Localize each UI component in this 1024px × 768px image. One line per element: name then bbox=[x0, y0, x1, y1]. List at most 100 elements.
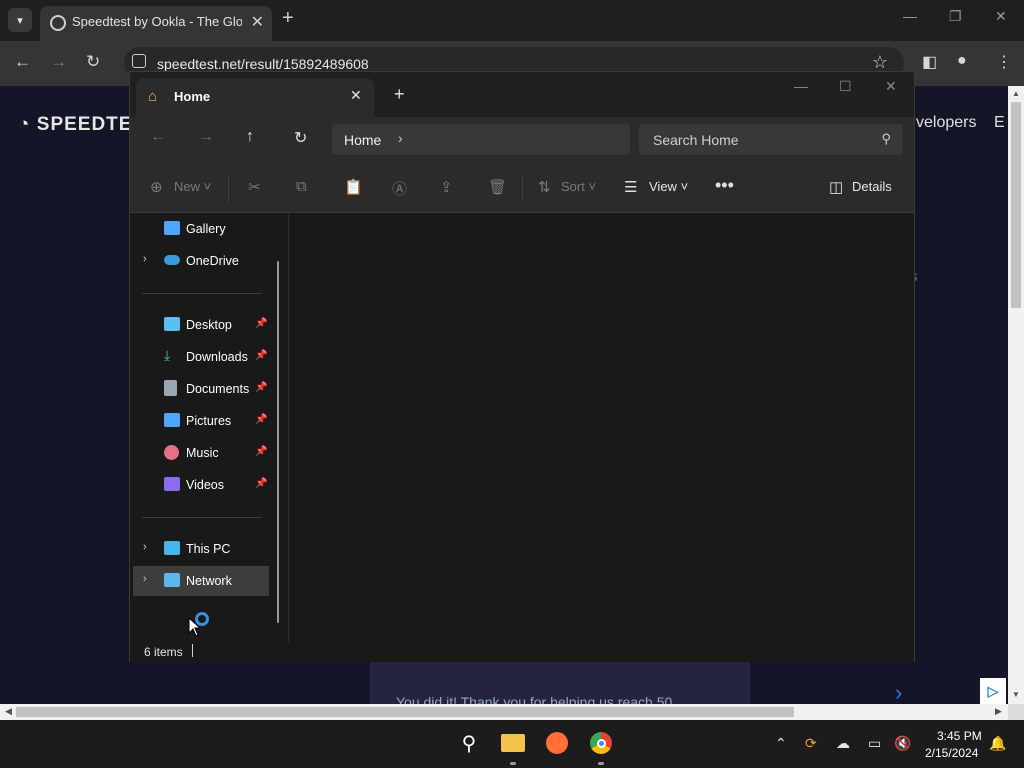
network-icon bbox=[164, 573, 180, 587]
network-status-icon[interactable]: ▭ bbox=[868, 735, 881, 752]
copy-icon[interactable]: ⧉ bbox=[296, 178, 307, 195]
search-input[interactable]: Search Home ⚲ bbox=[639, 124, 903, 155]
refresh-icon[interactable]: ↻ bbox=[294, 128, 307, 148]
menu-icon[interactable]: ⋮ bbox=[996, 52, 1012, 72]
firefox-icon[interactable] bbox=[544, 730, 570, 756]
volume-muted-icon[interactable]: 🔇 bbox=[894, 735, 911, 752]
vertical-scrollbar[interactable]: ▲ ▼ bbox=[1008, 86, 1024, 704]
profile-icon[interactable]: ● bbox=[957, 52, 967, 70]
path-box[interactable]: Home › bbox=[332, 124, 630, 155]
show-hidden-icons-icon[interactable]: ⌃ bbox=[775, 735, 787, 752]
view-button[interactable]: View ˅ bbox=[649, 179, 688, 194]
nav-item-this-pc[interactable]: › This PC bbox=[133, 534, 269, 564]
pin-icon[interactable]: 📌 bbox=[255, 478, 267, 489]
maximize-icon[interactable]: ☐ bbox=[839, 78, 852, 95]
bookmark-star-icon[interactable]: ☆ bbox=[872, 52, 888, 73]
scroll-up-icon[interactable]: ▲ bbox=[1012, 89, 1020, 98]
path-segment-home[interactable]: Home bbox=[344, 132, 381, 148]
scroll-down-icon[interactable]: ▼ bbox=[1012, 690, 1020, 699]
nav-item-pictures[interactable]: Pictures 📌 bbox=[133, 406, 269, 436]
close-window-icon[interactable]: ✕ bbox=[885, 78, 897, 95]
up-icon[interactable]: ↑ bbox=[246, 128, 254, 146]
nav-item-label: This PC bbox=[186, 542, 231, 556]
close-tab-icon[interactable]: ✕ bbox=[350, 87, 362, 104]
scroll-right-icon[interactable]: ▶ bbox=[995, 706, 1002, 717]
rename-icon[interactable]: Ⓐ bbox=[392, 178, 407, 199]
nav-item-onedrive[interactable]: › OneDrive bbox=[133, 246, 269, 276]
horizontal-scroll-thumb[interactable] bbox=[16, 707, 794, 717]
nav-link-partial[interactable]: E bbox=[994, 114, 1005, 132]
nav-item-desktop[interactable]: Desktop 📌 bbox=[133, 310, 269, 340]
close-tab-icon[interactable]: ✕ bbox=[251, 12, 264, 32]
horizontal-scrollbar[interactable]: ◀ ▶ bbox=[0, 704, 1008, 720]
chrome-icon[interactable] bbox=[588, 730, 614, 756]
scroll-left-icon[interactable]: ◀ bbox=[5, 706, 12, 717]
details-button[interactable]: Details bbox=[852, 179, 892, 194]
pane-splitter[interactable] bbox=[288, 214, 289, 642]
sort-button[interactable]: Sort ˅ bbox=[561, 179, 596, 194]
new-button[interactable]: New ˅ bbox=[174, 179, 211, 194]
nav-item-videos[interactable]: Videos 📌 bbox=[133, 470, 269, 500]
ad-choices-icon[interactable]: ▷ bbox=[980, 678, 1006, 704]
minimize-icon[interactable]: — bbox=[903, 8, 917, 24]
nav-item-label: Downloads bbox=[186, 350, 248, 364]
forward-icon[interactable]: → bbox=[198, 128, 214, 146]
vertical-scroll-thumb[interactable] bbox=[1011, 102, 1021, 308]
cut-icon[interactable]: ✂ bbox=[248, 178, 261, 196]
share-icon[interactable]: ⇪ bbox=[440, 178, 453, 196]
nav-item-label: Pictures bbox=[186, 414, 232, 428]
pin-icon[interactable]: 📌 bbox=[255, 318, 267, 329]
close-window-icon[interactable]: ✕ bbox=[995, 8, 1007, 25]
tab-search-button[interactable]: ▾ bbox=[8, 8, 32, 32]
clock-date[interactable]: 2/15/2024 bbox=[925, 746, 978, 760]
sync-icon[interactable]: ⟳ bbox=[805, 735, 817, 752]
nav-item-documents[interactable]: Documents 📌 bbox=[133, 374, 269, 404]
pin-icon[interactable]: 📌 bbox=[255, 414, 267, 425]
pin-icon[interactable]: 📌 bbox=[255, 350, 267, 361]
nav-item-network[interactable]: › Network bbox=[133, 566, 269, 596]
nav-pane-scrollbar[interactable] bbox=[277, 261, 279, 623]
more-options-icon[interactable]: ••• bbox=[715, 175, 734, 196]
reload-icon[interactable]: ↻ bbox=[86, 52, 100, 72]
new-tab-button[interactable]: + bbox=[394, 84, 405, 105]
browser-tab[interactable]: Speedtest by Ookla - The Global ✕ bbox=[40, 6, 272, 41]
nav-item-music[interactable]: Music 📌 bbox=[133, 438, 269, 468]
divider bbox=[522, 176, 523, 202]
search-icon[interactable]: ⚲ bbox=[456, 730, 482, 756]
back-icon[interactable]: ← bbox=[150, 128, 166, 146]
chevron-right-icon[interactable]: › bbox=[143, 573, 147, 585]
minimize-icon[interactable]: — bbox=[794, 78, 808, 94]
new-tab-button[interactable]: + bbox=[282, 7, 294, 30]
clock-time[interactable]: 3:45 PM bbox=[937, 729, 982, 743]
paste-icon[interactable]: 📋 bbox=[344, 178, 363, 196]
speedtest-logo[interactable]: ◔ SPEEDTE bbox=[18, 114, 132, 136]
desktop-icon bbox=[164, 317, 180, 331]
nav-item-gallery[interactable]: Gallery bbox=[133, 214, 269, 244]
explorer-tab[interactable]: ⌂ Home ✕ bbox=[136, 78, 374, 117]
explorer-address-bar: ← → ↑ ↻ Home › Search Home ⚲ bbox=[130, 117, 914, 163]
thank-you-banner: You did it! Thank you for helping us rea… bbox=[370, 662, 750, 710]
pin-icon[interactable]: 📌 bbox=[255, 382, 267, 393]
sort-icon: ⇅ bbox=[538, 179, 551, 196]
speedtest-favicon-icon bbox=[50, 15, 66, 31]
chevron-right-icon[interactable]: › bbox=[143, 541, 147, 553]
forward-icon[interactable]: → bbox=[50, 52, 67, 72]
notifications-icon[interactable]: 🔔 bbox=[989, 735, 1006, 752]
back-icon[interactable]: ← bbox=[14, 52, 31, 72]
restore-icon[interactable]: ❐ bbox=[949, 8, 962, 25]
app-running-indicator bbox=[598, 762, 604, 765]
chevron-right-icon[interactable]: › bbox=[143, 253, 147, 265]
site-info-icon[interactable] bbox=[132, 54, 146, 68]
file-explorer-icon[interactable] bbox=[500, 730, 526, 756]
side-panel-icon[interactable]: ◧ bbox=[922, 52, 937, 72]
mouse-pointer-icon bbox=[188, 617, 200, 637]
address-bar-url: speedtest.net/result/15892489608 bbox=[157, 56, 369, 72]
delete-icon[interactable]: 🗑 bbox=[488, 178, 507, 196]
pin-icon[interactable]: 📌 bbox=[255, 446, 267, 457]
carousel-next-icon[interactable]: › bbox=[895, 680, 902, 706]
nav-link-developers[interactable]: velopers bbox=[916, 114, 976, 132]
chevron-right-icon[interactable]: › bbox=[398, 130, 403, 146]
nav-item-downloads[interactable]: ⤓ Downloads 📌 bbox=[133, 342, 269, 372]
nav-item-label: Network bbox=[186, 574, 232, 588]
onedrive-offline-icon[interactable]: ☁ bbox=[836, 735, 850, 752]
